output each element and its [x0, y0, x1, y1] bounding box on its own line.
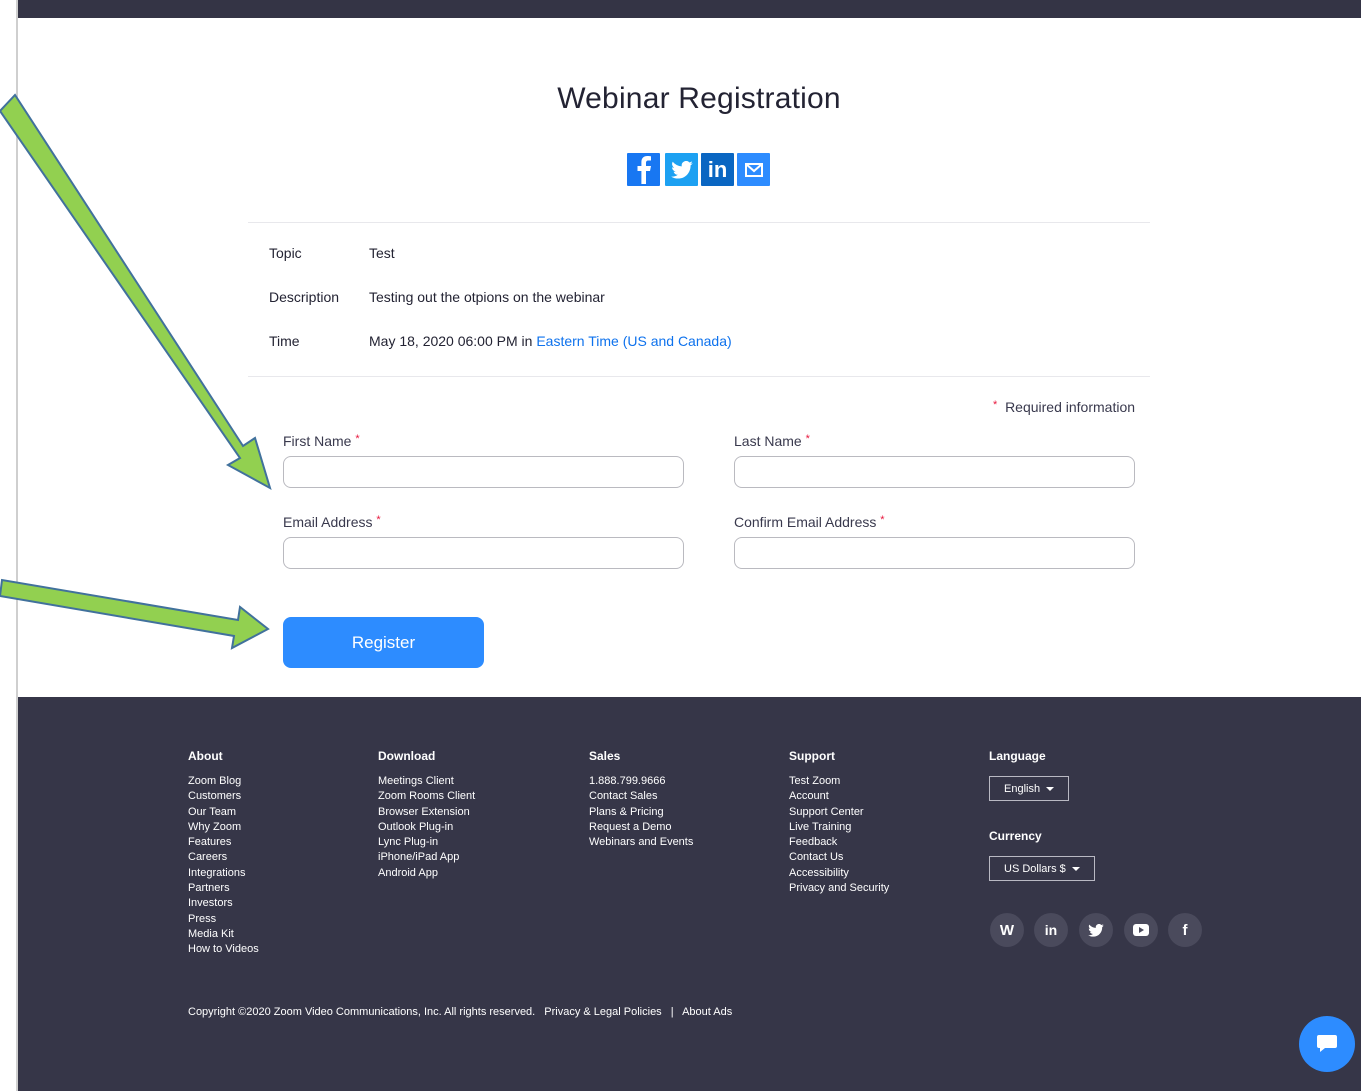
footer-link[interactable]: Test Zoom [789, 774, 889, 789]
footer-heading: Language [989, 749, 1046, 763]
footer-link[interactable]: Partners [188, 881, 259, 896]
footer-link[interactable]: Why Zoom [188, 820, 259, 835]
footer-link[interactable]: Investors [188, 896, 259, 911]
footer-link[interactable]: Features [188, 835, 259, 850]
footer-link[interactable]: Zoom Blog [188, 774, 259, 789]
arrow-to-register [0, 578, 270, 650]
annotation-arrows [0, 93, 272, 650]
footer-link[interactable]: Plans & Pricing [589, 805, 693, 820]
footer-link[interactable]: Browser Extension [378, 805, 475, 820]
footer-link[interactable]: Support Center [789, 805, 889, 820]
about-ads-link[interactable]: About Ads [682, 1006, 732, 1018]
facebook-icon[interactable]: f [1168, 913, 1202, 947]
footer-language: Language [989, 749, 1046, 774]
footer-heading: Currency [989, 829, 1042, 843]
footer-heading: About [188, 749, 223, 763]
footer-link[interactable]: Privacy and Security [789, 881, 889, 896]
footer-download: Download Meetings Client Zoom Rooms Clie… [378, 749, 475, 881]
arrow-to-first-name [0, 93, 272, 491]
footer-link[interactable]: Careers [188, 850, 259, 865]
caret-down-icon [1071, 866, 1080, 871]
footer-link[interactable]: iPhone/iPad App [378, 850, 475, 865]
footer: About Zoom Blog Customers Our Team Why Z… [18, 697, 1361, 1091]
footer-link[interactable]: Request a Demo [589, 820, 693, 835]
caret-down-icon [1046, 786, 1055, 791]
footer-heading: Sales [589, 749, 621, 763]
footer-sales: Sales 1.888.799.9666 Contact Sales Plans… [589, 749, 693, 850]
footer-link[interactable]: Customers [188, 789, 259, 804]
footer-heading: Support [789, 749, 835, 763]
wordpress-icon[interactable]: W [990, 913, 1024, 947]
footer-currency: Currency [989, 829, 1042, 854]
currency-value: US Dollars $ [1004, 862, 1066, 875]
footer-heading: Download [378, 749, 436, 763]
footer-link[interactable]: How to Videos [188, 942, 259, 957]
privacy-legal-link[interactable]: Privacy & Legal Policies [544, 1006, 661, 1018]
footer-link[interactable]: Accessibility [789, 866, 889, 881]
footer-link[interactable]: Live Training [789, 820, 889, 835]
footer-link[interactable]: Feedback [789, 835, 889, 850]
footer-link[interactable]: Zoom Rooms Client [378, 789, 475, 804]
twitter-icon[interactable] [1079, 913, 1113, 947]
footer-link[interactable]: 1.888.799.9666 [589, 774, 693, 789]
currency-select[interactable]: US Dollars $ [989, 856, 1095, 881]
footer-link[interactable]: Contact Sales [589, 789, 693, 804]
linkedin-icon[interactable]: in [1034, 913, 1068, 947]
footer-support: Support Test Zoom Account Support Center… [789, 749, 889, 896]
copyright-text: Copyright ©2020 Zoom Video Communication… [188, 1006, 536, 1018]
footer-link[interactable]: Lync Plug-in [378, 835, 475, 850]
footer-link[interactable]: Android App [378, 866, 475, 881]
separator: | [670, 1006, 674, 1018]
chat-bubble-icon [1317, 1035, 1337, 1052]
footer-link[interactable]: Media Kit [188, 927, 259, 942]
language-value: English [1004, 782, 1041, 795]
youtube-icon[interactable] [1124, 913, 1158, 947]
footer-about: About Zoom Blog Customers Our Team Why Z… [188, 749, 259, 958]
footer-link[interactable]: Account [789, 789, 889, 804]
footer-link[interactable]: Press [188, 912, 259, 927]
footer-link[interactable]: Webinars and Events [589, 835, 693, 850]
chat-button[interactable] [1299, 1016, 1355, 1072]
footer-link[interactable]: Our Team [188, 805, 259, 820]
footer-link[interactable]: Outlook Plug-in [378, 820, 475, 835]
copyright-bar: Copyright ©2020 Zoom Video Communication… [188, 1006, 732, 1018]
footer-link[interactable]: Integrations [188, 866, 259, 881]
footer-link[interactable]: Contact Us [789, 850, 889, 865]
language-select[interactable]: English [989, 776, 1070, 801]
footer-link[interactable]: Meetings Client [378, 774, 475, 789]
